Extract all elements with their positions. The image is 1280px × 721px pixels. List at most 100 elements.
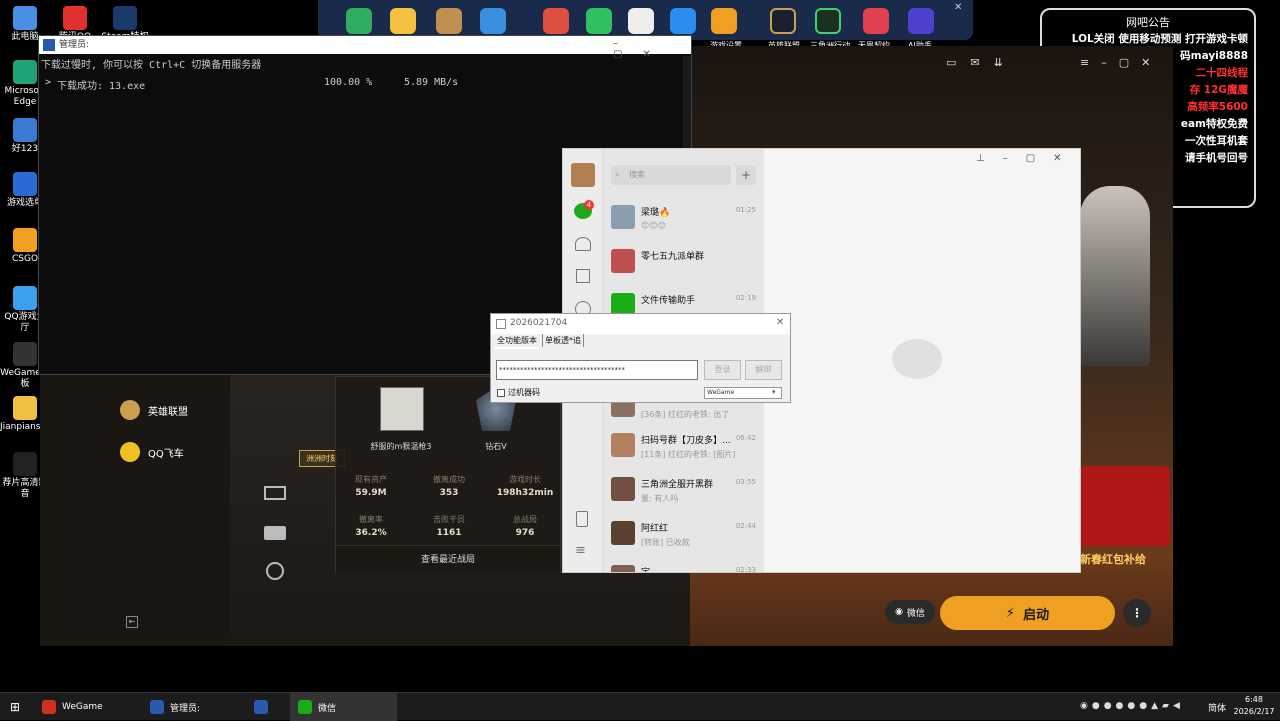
app-icon	[63, 6, 87, 30]
tab-full[interactable]: 全功能版本	[495, 334, 539, 349]
tray-icons[interactable]: ◉●●●●●▲▰◀	[1080, 701, 1184, 711]
login-dialog[interactable]: 2026021704 ✕ 全功能版本 单板透*追 ***************…	[490, 313, 791, 403]
dock-app-icon[interactable]	[711, 8, 737, 34]
app-icon	[13, 60, 37, 84]
cmd-download-file: 下载成功: 13.exe	[57, 81, 146, 92]
close-icon[interactable]: ✕	[776, 317, 784, 328]
taskbar-item-ps[interactable]	[246, 693, 286, 721]
chat-last-message: 😊😊😊	[641, 221, 667, 230]
clock-date[interactable]: 2026/2/17	[1230, 707, 1278, 716]
chat-main-empty: ⊥–▢✕	[764, 149, 1080, 572]
qqspeed-icon	[120, 442, 140, 462]
cmd-download-percent: 100.00 %	[324, 77, 373, 88]
dock-app-icon[interactable]	[346, 8, 372, 34]
contacts-icon[interactable]	[575, 237, 591, 251]
stat-label: 撤离成功	[433, 475, 465, 484]
headset-icon[interactable]	[266, 562, 284, 580]
recent-matches-button[interactable]: 查看最近战局	[336, 545, 560, 573]
valorant-icon[interactable]	[863, 8, 889, 34]
dock-app-icon[interactable]	[586, 8, 612, 34]
video-icon[interactable]	[264, 486, 286, 500]
dock-app-icon[interactable]	[480, 8, 506, 34]
phone-icon[interactable]	[576, 511, 588, 527]
launch-label: 启动	[1023, 607, 1050, 623]
add-chat-button[interactable]: +	[736, 165, 756, 185]
login-button[interactable]: 登录	[704, 360, 741, 380]
chat-name: 扫码号群【刀皮多】...	[641, 436, 731, 446]
announcement-title: 网吧公告	[1126, 16, 1170, 29]
wechat-icon	[298, 700, 312, 714]
chat-avatar	[611, 205, 635, 229]
nav-label: 英雄联盟	[148, 406, 188, 418]
machine-code-checkbox[interactable]	[497, 389, 505, 397]
taskbar-item-wechat[interactable]: 微信	[290, 693, 397, 721]
dialog-title: 2026021704	[510, 318, 568, 328]
ai-assistant-icon[interactable]	[908, 8, 934, 34]
chat-list-item[interactable]: 阿红红 [转账] 已收款 02:44	[603, 513, 764, 557]
tab-single[interactable]: 单板透*追	[542, 334, 584, 347]
wegame-window-controls[interactable]: ≡–▢✕	[1080, 56, 1162, 69]
dock-close-icon[interactable]: ✕	[954, 2, 962, 13]
chat-last-message: [36条] 红红的老铁: 出了	[641, 410, 730, 419]
nav-item-lol[interactable]: 英雄联盟	[120, 400, 188, 420]
chat-list-item[interactable]: 宇 02:33	[603, 557, 764, 573]
windows-start-icon[interactable]: ⊞	[10, 700, 20, 714]
taskbar-item-wegame[interactable]: WeGame	[34, 693, 142, 721]
stat-value: 976	[515, 528, 535, 538]
cmd-window-controls[interactable]: –▢✕	[613, 38, 691, 60]
password-field[interactable]: ************************************	[496, 360, 698, 380]
dock-app-icon[interactable]	[628, 8, 654, 34]
collapse-icon[interactable]: ⇤	[126, 616, 138, 628]
stat-label: 撤离率	[359, 515, 383, 524]
favorites-icon[interactable]	[576, 269, 590, 283]
taskbar-label: 微信	[318, 703, 337, 714]
dock-app-icon[interactable]	[670, 8, 696, 34]
chat-list-item[interactable]: 三角洲全服开黑群 量: 有人吗 03:55	[603, 469, 764, 513]
dock-app-icon[interactable]	[390, 8, 416, 34]
delta-icon[interactable]	[815, 8, 841, 34]
chat-avatar	[611, 565, 635, 572]
lol-icon	[120, 400, 140, 420]
app-icon	[13, 118, 37, 142]
select-value: WeGame	[707, 389, 735, 396]
player-avatar	[380, 387, 424, 431]
platform-select[interactable]: WeGame	[704, 387, 782, 399]
terminal-icon	[43, 39, 55, 51]
chat-name: 三角洲全服开黑群	[641, 480, 714, 490]
chat-time: 01:25	[735, 206, 756, 214]
search-input[interactable]: 搜索	[611, 165, 731, 185]
dock-app-icon[interactable]	[543, 8, 569, 34]
chat-last-message: [转账] 已收款	[641, 538, 690, 547]
wechat-window-controls[interactable]: ⊥–▢✕	[976, 153, 1080, 164]
cmd-title: 管理员:	[59, 40, 90, 50]
cmd-download-speed: 5.89 MB/s	[404, 77, 459, 88]
unbind-button[interactable]: 解绑	[745, 360, 782, 380]
lol-icon[interactable]	[770, 8, 796, 34]
wegame-wechat-button[interactable]: ◉ 微信	[885, 600, 935, 624]
chat-list-item[interactable]: 零七五九派单群	[603, 241, 764, 285]
wegame-toolbar-icons[interactable]: ▭✉⇊	[946, 56, 1017, 69]
taskbar: ⊞ WeGame 管理员: 微信 ◉●●●●●▲▰◀ 简体 6:48 2026/…	[0, 692, 1280, 721]
wechat-logo-watermark	[892, 339, 942, 379]
clock-time[interactable]: 6:48	[1234, 695, 1274, 704]
more-options-button[interactable]: ⋮	[1123, 599, 1151, 627]
chat-time: 02:33	[735, 566, 756, 573]
stat-label: 游戏时长	[509, 475, 541, 484]
taskbar-item-cmd[interactable]: 管理员:	[142, 693, 244, 721]
chat-list-item[interactable]: 扫码号群【刀皮多】... [11条] 红红的老铁: [图片] 06:42	[603, 425, 764, 469]
dock-app-icon[interactable]	[436, 8, 462, 34]
cmd-titlebar[interactable]: 管理员:	[39, 36, 691, 54]
menu-icon[interactable]: ≡	[575, 543, 586, 558]
input-language[interactable]: 简体	[1208, 701, 1226, 714]
launch-button[interactable]: ⚡ 启动	[940, 596, 1115, 630]
terminal-icon	[150, 700, 164, 714]
unread-badge: 4	[584, 200, 594, 210]
chevron-down-icon: ▾	[772, 388, 776, 396]
nav-item-qqspeed[interactable]: QQ飞车	[120, 442, 184, 462]
stat-label: 现有资产	[355, 475, 387, 484]
my-avatar[interactable]	[571, 163, 595, 187]
redpack-label: 新春红包补给	[1080, 553, 1146, 566]
chat-list-item[interactable]: 梁璐🔥 😊😊😊 01:25	[603, 197, 764, 241]
stat-value: 59.9M	[355, 488, 387, 498]
camera-icon[interactable]	[264, 526, 286, 540]
